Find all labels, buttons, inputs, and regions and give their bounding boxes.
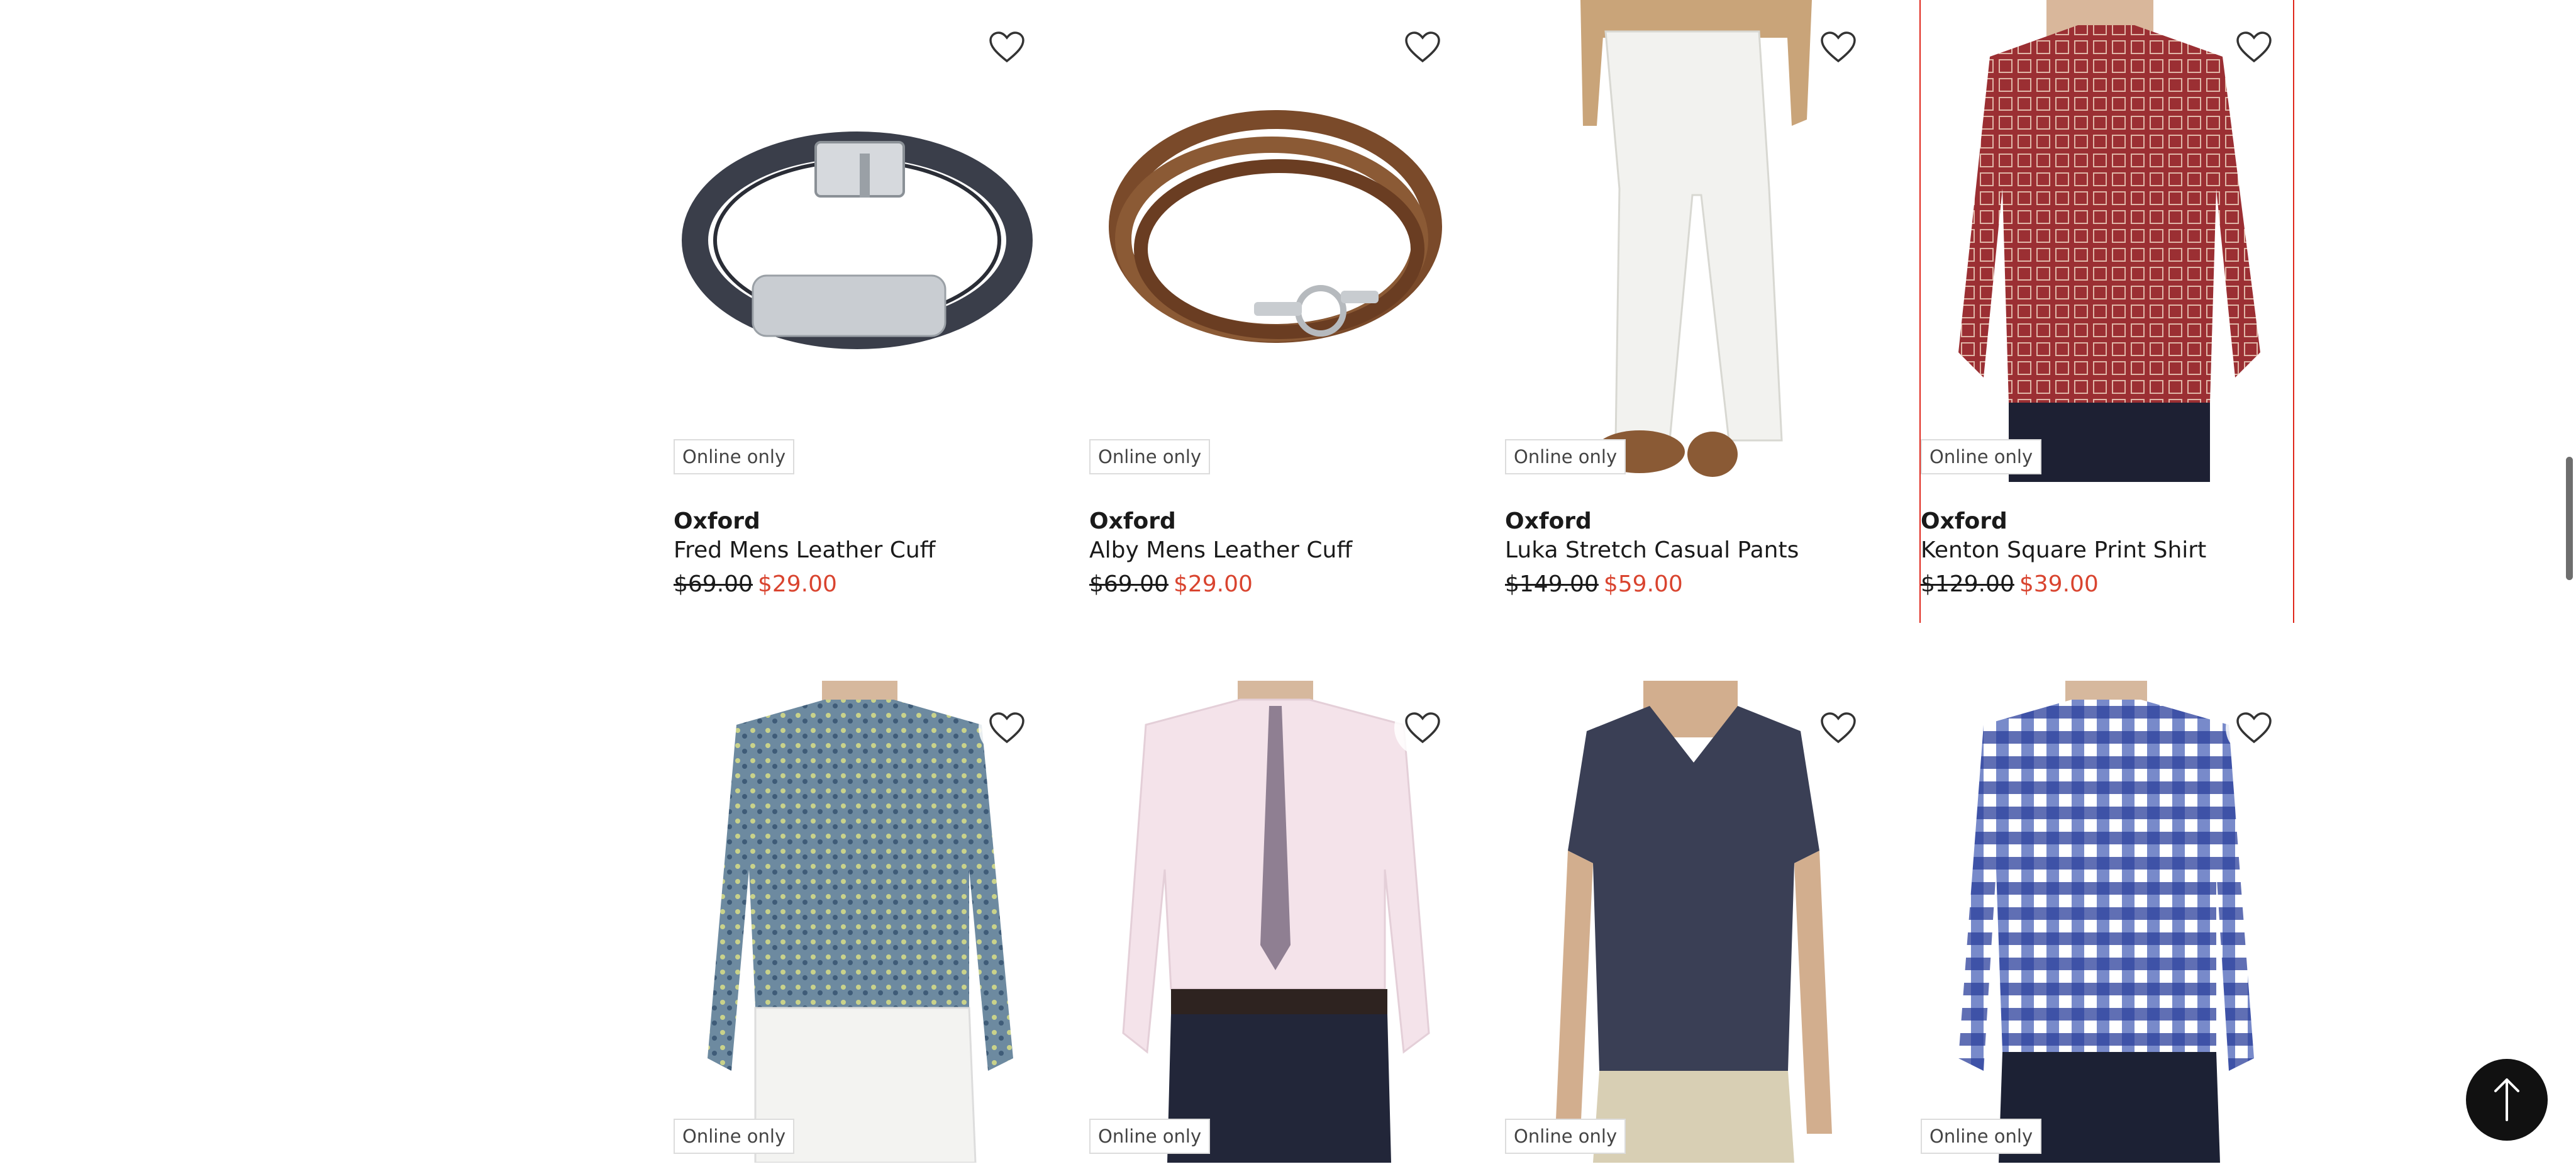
product-brand[interactable]: Oxford (1921, 508, 2007, 534)
product-brand[interactable]: Oxford (1089, 508, 1176, 534)
product-price: $149.00 $59.00 (1505, 571, 1683, 597)
sale-price: $29.00 (757, 571, 837, 597)
product-image[interactable] (1921, 0, 2294, 482)
online-only-badge: Online only (1921, 1119, 2042, 1154)
product-card[interactable]: Online only Oxford Fred Mens Leather Cuf… (674, 0, 1047, 623)
scrollbar-thumb[interactable] (2566, 457, 2573, 580)
heart-icon (1405, 31, 1440, 63)
product-brand[interactable]: Oxford (674, 508, 760, 534)
back-to-top-button[interactable] (2466, 1059, 2548, 1141)
wishlist-button[interactable] (1394, 700, 1451, 756)
heart-icon (1405, 712, 1440, 744)
sale-price: $39.00 (2019, 571, 2099, 597)
original-price: $69.00 (1089, 571, 1169, 597)
online-only-badge: Online only (1921, 439, 2042, 474)
product-image[interactable] (1921, 681, 2294, 1163)
heart-icon (2236, 712, 2272, 744)
product-image[interactable] (1089, 0, 1463, 482)
online-only-badge: Online only (1089, 439, 1211, 474)
original-price: $69.00 (674, 571, 753, 597)
product-card[interactable]: Online only (1921, 681, 2294, 1169)
product-card-highlighted[interactable]: Online only Oxford Kenton Square Print S… (1919, 0, 2294, 623)
online-only-badge: Online only (674, 1119, 795, 1154)
heart-icon (989, 31, 1024, 63)
product-image[interactable] (1505, 681, 1879, 1163)
product-price: $69.00 $29.00 (674, 571, 837, 597)
product-price: $69.00 $29.00 (1089, 571, 1253, 597)
product-card[interactable]: Online only (1505, 681, 1879, 1169)
online-only-badge: Online only (1089, 1119, 1211, 1154)
heart-icon (1821, 712, 1856, 744)
product-card[interactable]: Online only Oxford Alby Mens Leather Cuf… (1089, 0, 1463, 623)
wishlist-button[interactable] (1810, 19, 1867, 76)
online-only-badge: Online only (1505, 1119, 1626, 1154)
sale-price: $59.00 (1603, 571, 1683, 597)
product-name[interactable]: Fred Mens Leather Cuff (674, 537, 935, 563)
wishlist-button[interactable] (1810, 700, 1867, 756)
product-card[interactable]: Online only (674, 681, 1047, 1169)
product-grid: Online only Oxford Fred Mens Leather Cuf… (674, 0, 2310, 1169)
wishlist-button[interactable] (2226, 700, 2282, 756)
sale-price: $29.00 (1173, 571, 1253, 597)
original-price: $149.00 (1505, 571, 1599, 597)
product-image[interactable] (674, 0, 1047, 482)
product-brand[interactable]: Oxford (1505, 508, 1592, 534)
product-price: $129.00 $39.00 (1921, 571, 2099, 597)
online-only-badge: Online only (674, 439, 795, 474)
arrow-up-icon (2494, 1078, 2519, 1121)
product-name[interactable]: Alby Mens Leather Cuff (1089, 537, 1352, 563)
wishlist-button[interactable] (2226, 19, 2282, 76)
original-price: $129.00 (1921, 571, 2014, 597)
heart-icon (2236, 31, 2272, 63)
product-card[interactable]: Online only Oxford Luka Stretch Casual P… (1505, 0, 1879, 623)
online-only-badge: Online only (1505, 439, 1626, 474)
wishlist-button[interactable] (1394, 19, 1451, 76)
heart-icon (989, 712, 1024, 744)
product-image[interactable] (1089, 681, 1463, 1163)
wishlist-button[interactable] (979, 19, 1035, 76)
wishlist-button[interactable] (979, 700, 1035, 756)
product-image[interactable] (674, 681, 1047, 1163)
heart-icon (1821, 31, 1856, 63)
product-image[interactable] (1505, 0, 1879, 482)
product-name[interactable]: Kenton Square Print Shirt (1921, 537, 2206, 563)
product-name[interactable]: Luka Stretch Casual Pants (1505, 537, 1799, 563)
product-card[interactable]: Online only (1089, 681, 1463, 1169)
